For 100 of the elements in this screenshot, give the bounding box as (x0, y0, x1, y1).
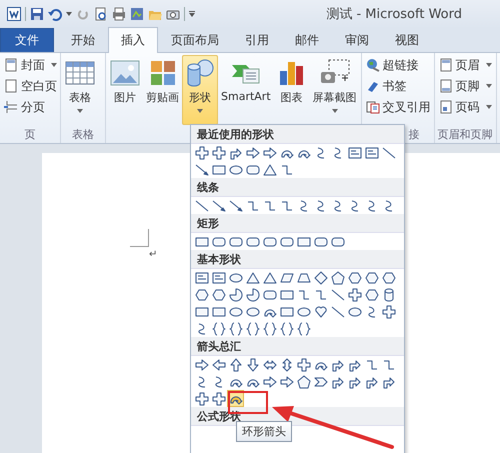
shape-button[interactable] (295, 356, 312, 373)
section-header: 最近使用的形状 (191, 125, 404, 144)
section-header: 箭头总汇 (191, 337, 404, 356)
ribbon-tab[interactable]: 文件 (0, 28, 54, 52)
elbow-connector-icon (262, 198, 276, 212)
bookmark-icon (366, 79, 380, 93)
rounded-rectangle-icon (262, 288, 276, 302)
rounded-rectangle-icon (246, 234, 260, 248)
page-icon (4, 58, 18, 72)
brace-icon (296, 322, 310, 336)
rounded-rectangle-icon (280, 234, 294, 248)
shape-button[interactable] (193, 390, 210, 407)
shape-button[interactable] (380, 303, 397, 320)
oval-icon (228, 304, 242, 318)
customize-caret-icon[interactable] (189, 11, 195, 17)
caret-icon[interactable] (66, 11, 72, 17)
word-logo-icon[interactable] (7, 7, 21, 21)
arrow-icon (262, 146, 276, 160)
ribbon-button[interactable]: 交叉引用 (362, 97, 434, 117)
arrow-icon (280, 374, 294, 388)
chevron-icon (314, 374, 328, 388)
shape-button[interactable] (278, 320, 295, 337)
line-icon (194, 198, 208, 212)
printer-icon[interactable] (112, 7, 126, 21)
table-icon (65, 59, 95, 87)
document-icon[interactable] (130, 7, 144, 21)
undo-icon[interactable] (48, 7, 62, 21)
shape-button[interactable] (227, 320, 244, 337)
text-box-icon (364, 146, 378, 160)
crop-mark (130, 229, 149, 247)
cross-arrow-icon (296, 358, 310, 372)
ribbon-button[interactable]: 封面 (1, 55, 60, 75)
print-preview-icon[interactable] (94, 7, 108, 21)
shape-button[interactable] (295, 373, 312, 390)
cross-arrow-icon (194, 146, 208, 160)
ribbon-button[interactable]: 形状 (182, 55, 218, 125)
ribbon-tab[interactable]: 引用 (232, 28, 282, 52)
ribbon-button[interactable]: 页眉 (436, 55, 495, 75)
shape-button[interactable] (210, 144, 227, 161)
ribbon-tab[interactable]: 开始 (58, 28, 108, 52)
oval-icon (348, 304, 362, 318)
brace-icon (262, 322, 276, 336)
caret-icon (51, 63, 57, 67)
ribbon-button[interactable]: 图表 (274, 55, 310, 125)
bent-arrow-icon (348, 374, 362, 388)
rounded-rectangle-icon (262, 234, 276, 248)
arrow-icon (246, 358, 260, 372)
rectangle-icon (194, 304, 208, 318)
caret-icon (486, 84, 492, 88)
shape-button[interactable] (210, 320, 227, 337)
ribbon-button[interactable]: 剪贴画 (143, 55, 182, 125)
double-arrow-icon (262, 358, 276, 372)
pie-icon (228, 288, 242, 302)
brace-icon (228, 322, 242, 336)
shape-button[interactable] (312, 269, 329, 286)
cross-arrow-icon (212, 146, 226, 160)
arrow-icon (194, 358, 208, 372)
shape-button[interactable] (210, 390, 227, 407)
ribbon-button[interactable]: 超链接 (362, 55, 434, 75)
shape-button[interactable] (244, 286, 261, 303)
heart-icon (314, 304, 328, 318)
shape-button[interactable] (193, 144, 210, 161)
triangle-icon (262, 162, 276, 176)
ribbon-tab[interactable]: 插入 (108, 27, 158, 53)
line-icon (330, 288, 344, 302)
text-box-icon (212, 270, 226, 284)
arrow-icon (262, 374, 276, 388)
brace-icon (212, 322, 226, 336)
shape-button[interactable] (227, 286, 244, 303)
save-icon[interactable] (30, 7, 44, 21)
ribbon-tab[interactable]: 邮件 (282, 28, 332, 52)
elbow-connector-icon (280, 162, 294, 176)
rectangle-icon (280, 304, 294, 318)
caret-icon (77, 109, 83, 113)
section-header: 线条 (191, 178, 404, 197)
ribbon-button[interactable]: 页脚 (436, 76, 495, 96)
ribbon-tab[interactable]: 视图 (382, 28, 432, 52)
shape-button[interactable] (295, 320, 312, 337)
ribbon-button[interactable]: 表格 (62, 55, 98, 125)
shape-button[interactable] (244, 320, 261, 337)
oval-icon (296, 304, 310, 318)
oval-icon (228, 270, 242, 284)
rectangle-icon (296, 234, 310, 248)
ribbon-button[interactable]: 书签 (362, 76, 434, 96)
section-header: 矩形 (191, 214, 404, 233)
ribbon-tab[interactable]: 页面布局 (158, 28, 232, 52)
ribbon-button[interactable]: 页码 (436, 97, 495, 117)
ribbon-tab[interactable]: 审阅 (332, 28, 382, 52)
ribbon-button[interactable]: 分页 (1, 97, 60, 117)
page-icon (4, 79, 18, 93)
shape-button[interactable] (346, 286, 363, 303)
shape-button[interactable] (261, 320, 278, 337)
shape-button[interactable] (329, 269, 346, 286)
rectangle-icon (212, 304, 226, 318)
brace-icon (280, 322, 294, 336)
line-icon (382, 146, 396, 160)
elbow-connector-icon (246, 198, 260, 212)
ribbon-button[interactable]: 图片 (107, 55, 143, 125)
oval-icon (246, 304, 260, 318)
ribbon-button[interactable]: 空白页 (1, 76, 60, 96)
